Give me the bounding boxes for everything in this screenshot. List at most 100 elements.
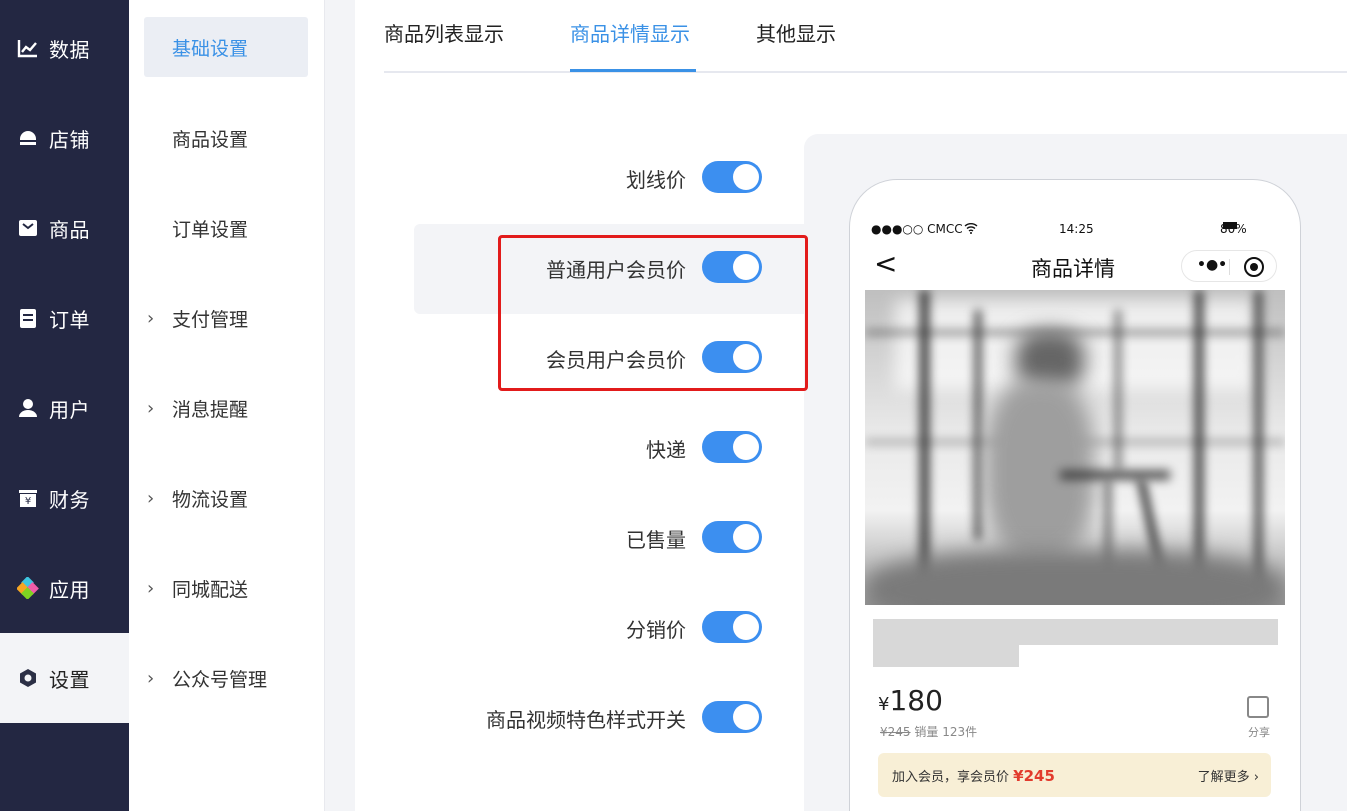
status-time: 14:25 xyxy=(1059,222,1094,236)
chevron-right-icon: › xyxy=(147,307,155,329)
settings-icon xyxy=(17,667,39,689)
share-icon[interactable] xyxy=(1247,696,1269,718)
setting-row-distribution-price: 分销价 xyxy=(414,584,806,674)
nav-item-data[interactable]: 数据 xyxy=(0,3,129,93)
tab-other-display[interactable]: 其他显示 xyxy=(756,18,836,47)
subnav-label: 订单设置 xyxy=(172,218,249,241)
subnav-label: 公众号管理 xyxy=(172,668,268,691)
subnav-label: 基础设置 xyxy=(172,37,249,60)
back-icon[interactable]: < xyxy=(874,250,897,278)
nav-item-label: 商品 xyxy=(49,217,90,242)
subnav-payment[interactable]: › 支付管理 xyxy=(144,288,308,348)
content-gutter xyxy=(325,0,355,811)
tab-goods-list-display[interactable]: 商品列表显示 xyxy=(384,18,504,47)
chart-line-icon xyxy=(17,37,39,59)
setting-row-sold-count: 已售量 xyxy=(414,494,806,584)
express-toggle[interactable] xyxy=(702,431,762,463)
original-price: ¥245 xyxy=(880,725,911,739)
product-title-placeholder xyxy=(873,619,1278,645)
price-value: 180 xyxy=(889,684,943,717)
product-subtitle-placeholder xyxy=(873,645,1019,667)
nav-item-label: 数据 xyxy=(49,37,90,62)
nav-item-user[interactable]: 用户 xyxy=(0,363,129,453)
distribution-price-toggle[interactable] xyxy=(702,611,762,643)
capsule-divider xyxy=(1229,259,1230,275)
finance-icon: ¥ xyxy=(17,487,39,509)
member-promo-text: 加入会员，享会员价 ¥245 xyxy=(892,766,1055,785)
nav-item-label: 应用 xyxy=(49,577,90,602)
price-subline: ¥245 销量 123件 xyxy=(880,723,977,740)
member-price: ¥245 xyxy=(1013,767,1055,785)
subnav-label: 同城配送 xyxy=(172,578,249,601)
highlight-box xyxy=(498,235,808,391)
svg-text:¥: ¥ xyxy=(25,496,31,507)
subnav-messages[interactable]: › 消息提醒 xyxy=(144,378,308,438)
setting-label: 分销价 xyxy=(626,618,686,642)
wifi-icon xyxy=(964,222,978,237)
shop-icon xyxy=(17,127,39,149)
apps-icon xyxy=(16,576,39,600)
product-price: ¥180 xyxy=(878,684,943,717)
user-icon xyxy=(17,397,39,419)
subnav-local-delivery[interactable]: › 同城配送 xyxy=(144,558,308,618)
toggle-knob xyxy=(733,614,759,640)
display-tabs: 商品列表显示 商品详情显示 其他显示 xyxy=(384,0,1347,73)
subnav-label: 商品设置 xyxy=(172,128,249,151)
subnav-official-account[interactable]: › 公众号管理 xyxy=(144,648,308,708)
app-root: 数据 店铺 商品 订单 用户 ¥ 财务 应用 设置 基础设置 商品设置 订单设置… xyxy=(0,0,1347,811)
battery-icon xyxy=(1223,222,1237,229)
nav-item-goods[interactable]: 商品 xyxy=(0,183,129,273)
nav-item-shop[interactable]: 店铺 xyxy=(0,93,129,183)
toggle-knob xyxy=(733,164,759,190)
nav-item-finance[interactable]: ¥ 财务 xyxy=(0,453,129,543)
nav-item-label: 用户 xyxy=(49,397,90,422)
toggle-knob xyxy=(733,524,759,550)
subnav-goods-settings[interactable]: 商品设置 xyxy=(144,108,308,168)
subnav-label: 物流设置 xyxy=(172,488,249,511)
setting-label: 划线价 xyxy=(626,168,686,192)
miniprogram-capsule[interactable]: •●• xyxy=(1181,250,1277,282)
setting-label: 快递 xyxy=(646,438,686,462)
active-tab-indicator xyxy=(570,69,696,72)
nav-item-label: 店铺 xyxy=(49,127,90,152)
nav-item-apps[interactable]: 应用 xyxy=(0,543,129,633)
goods-icon xyxy=(17,217,39,239)
video-style-toggle[interactable] xyxy=(702,701,762,733)
nav-item-order[interactable]: 订单 xyxy=(0,273,129,363)
setting-row-express: 快递 xyxy=(414,404,806,494)
subnav-logistics[interactable]: › 物流设置 xyxy=(144,468,308,528)
secondary-sidebar: 基础设置 商品设置 订单设置 › 支付管理 › 消息提醒 › 物流设置 › 同城… xyxy=(129,0,325,811)
chevron-right-icon: › xyxy=(147,397,155,419)
chevron-right-icon: › xyxy=(147,667,155,689)
share-label[interactable]: 分享 xyxy=(1248,724,1270,740)
learn-more-link[interactable]: 了解更多 › xyxy=(1198,766,1259,785)
sales-count: 销量 123件 xyxy=(914,725,978,739)
setting-label: 已售量 xyxy=(626,528,686,552)
product-image xyxy=(865,290,1285,605)
sold-count-toggle[interactable] xyxy=(702,521,762,553)
nav-item-settings[interactable]: 设置 xyxy=(0,633,129,723)
price-symbol: ¥ xyxy=(878,694,890,715)
setting-row-video-style: 商品视频特色样式开关 xyxy=(414,674,806,764)
subnav-order-settings[interactable]: 订单设置 xyxy=(144,198,308,258)
subnav-basic-settings[interactable]: 基础设置 xyxy=(144,17,308,77)
member-promo-bar[interactable]: 加入会员，享会员价 ¥245 了解更多 › xyxy=(878,753,1271,797)
strike-price-toggle[interactable] xyxy=(702,161,762,193)
setting-row-strike-price: 划线价 xyxy=(414,134,806,224)
chevron-right-icon: › xyxy=(147,487,155,509)
more-dots-icon[interactable]: •●• xyxy=(1197,257,1227,273)
tab-goods-detail-display[interactable]: 商品详情显示 xyxy=(570,18,690,47)
order-icon xyxy=(17,307,39,329)
close-target-icon[interactable] xyxy=(1244,257,1264,277)
setting-label: 商品视频特色样式开关 xyxy=(486,708,686,732)
status-carrier: ●●●○○ CMCC xyxy=(871,222,963,236)
chevron-right-icon: › xyxy=(147,577,155,599)
nav-item-label: 设置 xyxy=(49,667,90,692)
toggle-knob xyxy=(733,434,759,460)
phone-page-title: 商品详情 xyxy=(1031,257,1115,281)
subnav-label: 消息提醒 xyxy=(172,398,249,421)
toggle-knob xyxy=(733,704,759,730)
member-promo-label: 加入会员，享会员价 xyxy=(892,770,1010,785)
phone-status-bar: ●●●○○ CMCC 14:25 80% xyxy=(871,222,1281,240)
nav-item-label: 订单 xyxy=(49,307,90,332)
